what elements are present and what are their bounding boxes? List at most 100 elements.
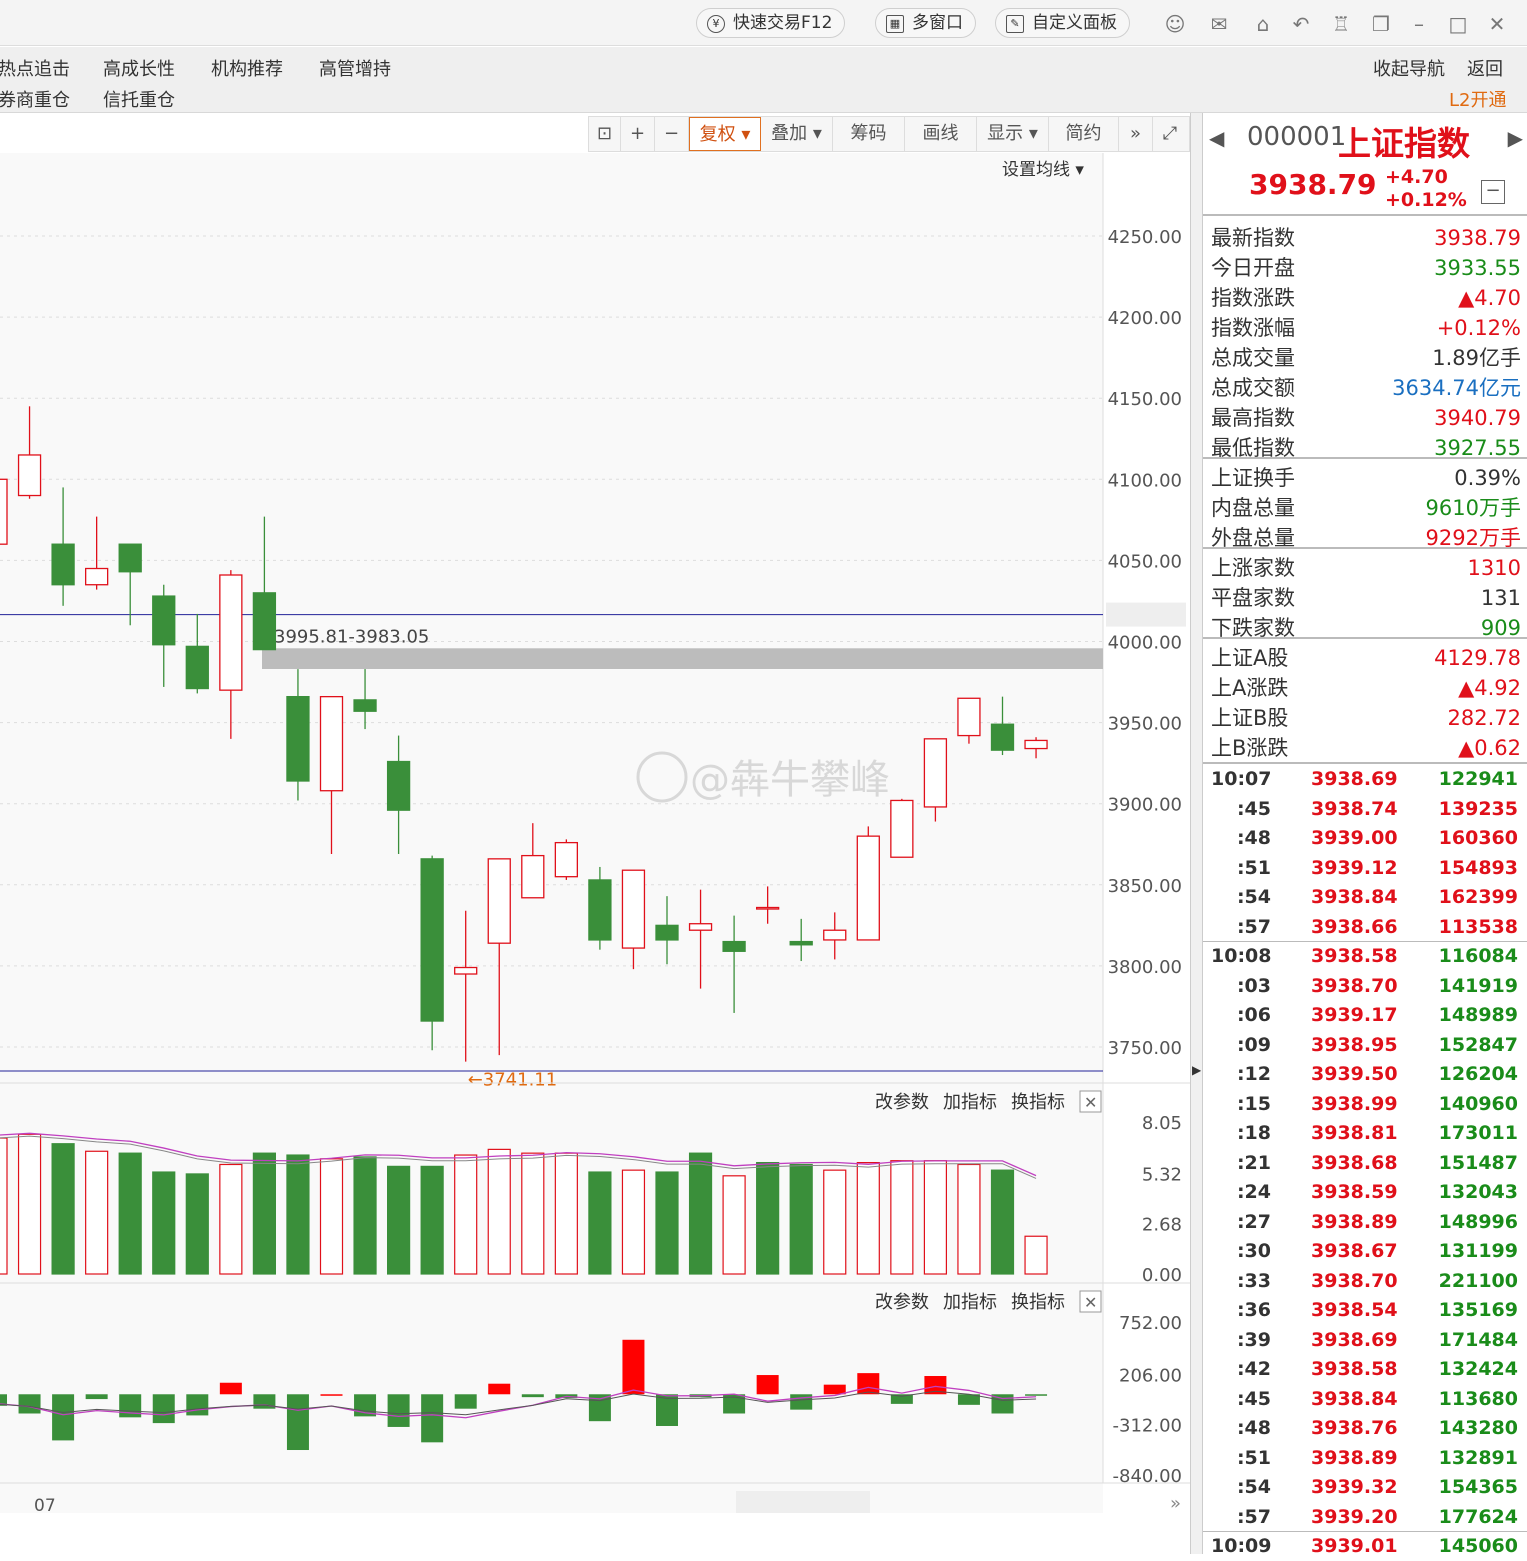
tick-time: :33 bbox=[1236, 1269, 1271, 1292]
tick-volume: 162399 bbox=[1438, 886, 1518, 908]
tick-row: :15 3938.99 140960 bbox=[1211, 1090, 1521, 1119]
stat-label: 今日开盘 bbox=[1211, 256, 1295, 280]
tick-time: :42 bbox=[1236, 1358, 1271, 1380]
collapse-icon[interactable]: − bbox=[1481, 180, 1505, 204]
candle-body bbox=[521, 854, 545, 899]
tick-volume: 140960 bbox=[1438, 1092, 1518, 1115]
draw-button[interactable]: 画线 bbox=[905, 117, 977, 151]
quote-stat-row: 总成交额 3634.74亿元 bbox=[1211, 373, 1521, 403]
display-button[interactable]: 显示 ▾ bbox=[977, 117, 1049, 151]
tick-time: :36 bbox=[1236, 1299, 1271, 1321]
prev-stock-icon[interactable]: ◀ bbox=[1209, 126, 1224, 150]
tick-volume: 160360 bbox=[1438, 827, 1518, 849]
quick-trade-button[interactable]: ¥ 快速交易F12 bbox=[696, 8, 846, 38]
custom-panel-button[interactable]: ✎ 自定义面板 bbox=[995, 8, 1130, 38]
stat-value: 9292万手 bbox=[1425, 526, 1521, 550]
minimize-icon[interactable]: – bbox=[1407, 12, 1431, 36]
zoom-in-icon[interactable]: + bbox=[621, 117, 655, 151]
volume-bar bbox=[0, 1137, 8, 1275]
tick-time: :12 bbox=[1236, 1063, 1271, 1085]
nav-item[interactable]: 券商重仓 bbox=[0, 86, 70, 112]
tick-row: :48 3938.76 143280 bbox=[1211, 1414, 1521, 1443]
stat-label: 上证A股 bbox=[1211, 646, 1289, 670]
kline-chart-svg[interactable]: 4250.004200.004150.004100.004050.004016.… bbox=[0, 153, 1190, 1516]
stat-label: 指数涨幅 bbox=[1211, 316, 1295, 340]
set-ma-link[interactable]: 设置均线 ▾ bbox=[1002, 160, 1084, 180]
volume-bar bbox=[118, 1152, 142, 1275]
macd-bar bbox=[152, 1394, 175, 1424]
back-link[interactable]: 返回 bbox=[1467, 55, 1503, 81]
tick-volume: 173011 bbox=[1438, 1122, 1518, 1144]
shirt-icon[interactable]: ♖ bbox=[1329, 12, 1353, 36]
macd-panel-btn-0[interactable]: 改参数 bbox=[875, 1292, 929, 1313]
stat-value: 0.39% bbox=[1454, 466, 1521, 490]
lock-icon[interactable]: ⊡ bbox=[589, 117, 621, 151]
volume-bar bbox=[722, 1175, 746, 1275]
macd-bar bbox=[286, 1394, 309, 1451]
tick-price: 3938.58 bbox=[1311, 1358, 1398, 1380]
macd-panel-btn-2[interactable]: 换指标 bbox=[1011, 1292, 1065, 1313]
home-icon[interactable]: ⌂ bbox=[1251, 12, 1275, 36]
volume-bar bbox=[219, 1163, 243, 1275]
stat-label: 总成交额 bbox=[1211, 376, 1295, 400]
zoom-out-icon[interactable]: − bbox=[655, 117, 689, 151]
nav-item[interactable]: 高成长性 bbox=[103, 55, 175, 81]
macd-tick-label: -312.00 bbox=[1113, 1415, 1182, 1436]
macd-tick-label: 752.00 bbox=[1119, 1313, 1182, 1334]
price-tick-label: 4050.00 bbox=[1108, 551, 1182, 572]
user-icon[interactable]: ☺ bbox=[1163, 12, 1187, 36]
tick-time: :21 bbox=[1236, 1151, 1271, 1174]
restore-window-icon[interactable]: ❐ bbox=[1369, 12, 1393, 36]
volume-bar bbox=[286, 1154, 310, 1275]
forward-icon[interactable]: » bbox=[1119, 117, 1153, 151]
panel-splitter[interactable]: ▶ bbox=[1190, 113, 1203, 1554]
nav-item[interactable]: 信托重仓 bbox=[103, 86, 175, 112]
volume-bar bbox=[454, 1154, 478, 1275]
tick-volume: 171484 bbox=[1438, 1328, 1518, 1351]
tick-volume: 221100 bbox=[1438, 1269, 1518, 1292]
nav-item[interactable]: 机构推荐 bbox=[211, 55, 283, 81]
undo-icon[interactable]: ↶ bbox=[1289, 12, 1313, 36]
chips-button[interactable]: 筹码 bbox=[833, 117, 905, 151]
overlay-button[interactable]: 叠加 ▾ bbox=[761, 117, 833, 151]
tick-price: 3939.50 bbox=[1311, 1063, 1398, 1085]
nav-item[interactable]: 热点追击 bbox=[0, 55, 70, 81]
nav-item[interactable]: 高管增持 bbox=[319, 55, 391, 81]
tick-price: 3939.32 bbox=[1311, 1476, 1398, 1498]
separator bbox=[1203, 941, 1527, 942]
low-price-label: ←3741.11 bbox=[468, 1069, 558, 1090]
current-line-label-bg bbox=[1106, 602, 1186, 627]
l2-link[interactable]: L2开通 bbox=[1449, 86, 1506, 112]
multi-window-button[interactable]: ▦ 多窗口 bbox=[875, 8, 976, 38]
kline-chart-area[interactable]: 4250.004200.004150.004100.004050.004016.… bbox=[0, 153, 1190, 1516]
simple-button[interactable]: 简约 bbox=[1049, 117, 1119, 151]
volume-panel-btn-0[interactable]: 改参数 bbox=[875, 1092, 929, 1113]
close-icon[interactable]: ✕ bbox=[1485, 12, 1509, 36]
tick-time: :54 bbox=[1236, 1476, 1271, 1498]
candle-body bbox=[923, 738, 948, 808]
quote-stat-row: 外盘总量 9292万手 bbox=[1211, 523, 1521, 553]
collapse-nav-link[interactable]: 收起导航 bbox=[1373, 55, 1445, 81]
tick-volume: 132424 bbox=[1438, 1358, 1518, 1380]
plot-background bbox=[0, 153, 1103, 1513]
maximize-icon[interactable]: □ bbox=[1446, 12, 1470, 36]
volume-panel-btn-2[interactable]: 换指标 bbox=[1011, 1092, 1065, 1113]
tick-volume: 148989 bbox=[1438, 1004, 1518, 1026]
tick-time: :48 bbox=[1236, 1417, 1271, 1439]
volume-tick-label: 5.32 bbox=[1142, 1165, 1182, 1186]
macd-panel-btn-1[interactable]: 加指标 bbox=[943, 1292, 997, 1313]
next-stock-icon[interactable]: ▶ bbox=[1508, 126, 1523, 150]
tick-row: :39 3938.69 171484 bbox=[1211, 1326, 1521, 1355]
restore-rights-button[interactable]: 复权 ▾ bbox=[689, 117, 761, 151]
candle-body bbox=[152, 595, 176, 646]
tick-price: 3938.84 bbox=[1311, 886, 1398, 908]
mail-icon[interactable]: ✉ bbox=[1207, 12, 1231, 36]
candle-body bbox=[319, 695, 344, 792]
price-tick-label: 4150.00 bbox=[1108, 389, 1182, 410]
tick-time: :45 bbox=[1236, 1387, 1271, 1410]
splitter-arrow-icon: ▶ bbox=[1192, 1063, 1202, 1077]
volume-panel-btn-1[interactable]: 加指标 bbox=[943, 1092, 997, 1113]
fullscreen-icon[interactable]: ⤢ bbox=[1153, 117, 1187, 151]
tick-volume: 132891 bbox=[1438, 1446, 1518, 1469]
price-tick-label: 3750.00 bbox=[1108, 1038, 1182, 1059]
